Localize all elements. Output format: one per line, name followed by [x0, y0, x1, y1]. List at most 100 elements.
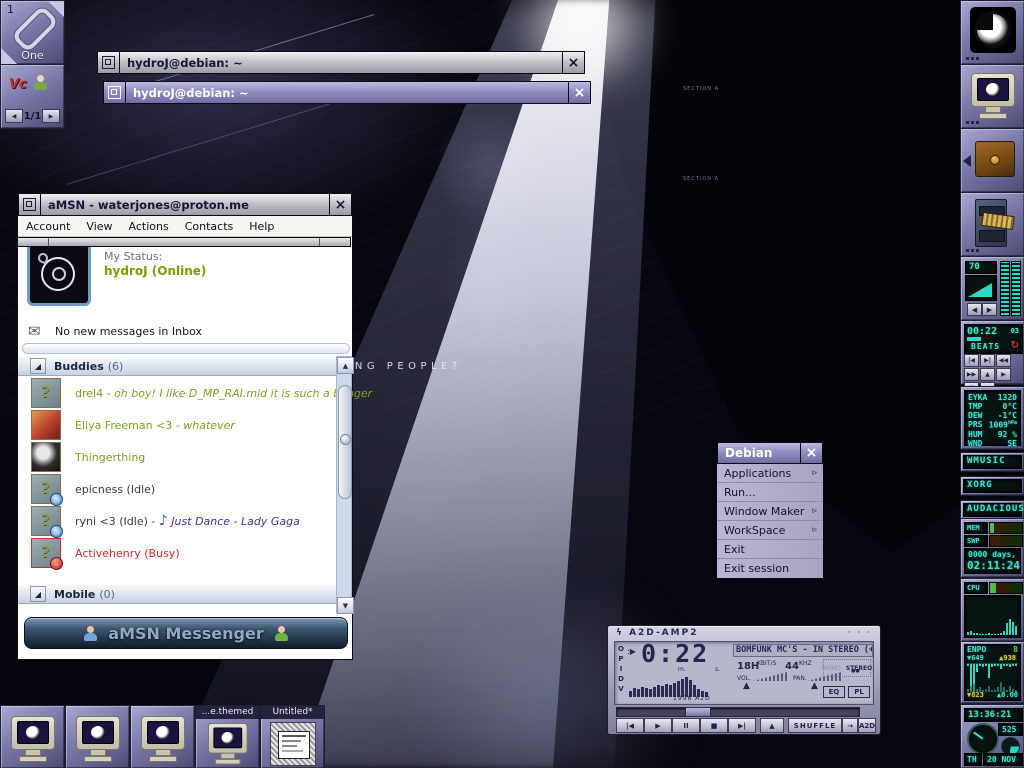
repeat-button[interactable]: → — [842, 718, 858, 733]
close-button[interactable]: × — [563, 52, 584, 73]
mixer-volume-shape[interactable] — [965, 275, 997, 301]
clutterbar[interactable]: OPIDV — [617, 645, 625, 695]
buddy-row[interactable]: ?◷ ryni <3 (Idle) - ♪ Just Dance - Lady … — [18, 505, 336, 537]
drawer-arrow-icon[interactable] — [963, 155, 971, 167]
pan-knob-icon[interactable]: ▲ — [811, 682, 818, 691]
beats-rewind-button[interactable]: ◀◀ — [996, 354, 1011, 367]
dock-wmaker-tile[interactable] — [960, 0, 1024, 65]
miniwindow-terminal-2[interactable] — [65, 705, 130, 768]
nickname-bar[interactable] — [22, 343, 350, 354]
pause-button[interactable]: II — [672, 718, 700, 733]
seek-knob[interactable] — [685, 707, 711, 717]
player-titlebar[interactable]: ϟ A2D-AMP2 · · · — [608, 626, 880, 639]
dock-beats-player-app[interactable]: 00:22 03 BEATS ↻ |◀ ▶| ◀◀ ▶▶ ▲ ▶ II ■ — [960, 320, 1024, 385]
menu-item-workspace[interactable]: WorkSpace▹ — [717, 521, 823, 540]
collapse-group-icon[interactable]: ◢ — [30, 358, 46, 374]
time-display[interactable]: 0:22 — [641, 639, 709, 668]
buddy-row[interactable]: ?◷ epicness (Idle) — [18, 473, 336, 505]
dock-mixer-app[interactable]: 70 ◀ ▶ — [960, 256, 1024, 321]
group-header-buddies[interactable]: ◢ Buddies (6) — [18, 356, 336, 376]
dock-net-app[interactable]: ENPO 8 ▼649 ▲938 ▼823 ▲0.00 — [960, 641, 1024, 704]
playlist-button[interactable]: PL — [848, 686, 870, 698]
miniwindow-terminal-1[interactable] — [0, 705, 65, 768]
menu-title[interactable]: Debian — [718, 443, 800, 463]
close-button[interactable]: × — [801, 443, 822, 463]
dock-sysmon-app[interactable]: MEM SWP 0000 days, 02:11:24 — [960, 518, 1024, 578]
next-button[interactable]: ▶| — [728, 718, 756, 733]
dock-clock-app[interactable]: 13:36:21 525 TH 20 NOV — [960, 704, 1024, 768]
previous-button[interactable]: |◀ — [616, 718, 644, 733]
miniwindow-untitled[interactable]: Untitled* — [260, 705, 325, 768]
dock-lcd-wmusic[interactable]: WMUSIC — [960, 452, 1024, 472]
buddy-row[interactable]: Thingerthing — [18, 441, 336, 473]
menu-item-exit-session[interactable]: Exit session — [717, 559, 823, 578]
eject-button[interactable]: ▲ — [760, 718, 784, 733]
beats-prev-track-button[interactable]: |◀ — [964, 354, 979, 367]
volume-slider[interactable] — [753, 672, 787, 681]
dock-weather-app[interactable]: EYKA1320 TMP0°C DEW-1°C PRS1009hPa HUM92… — [960, 386, 1024, 450]
close-button[interactable]: × — [569, 82, 590, 103]
menu-item-exit[interactable]: Exit — [717, 540, 823, 559]
miniaturize-button[interactable] — [98, 52, 119, 73]
buddy-row[interactable]: Eliya Freeman <3 - whatever — [18, 409, 336, 441]
group-header-mobile[interactable]: ◢ Mobile (0) — [18, 584, 336, 604]
menu-actions[interactable]: Actions — [121, 220, 177, 233]
window-title[interactable]: hydroJ@debian: ~ — [126, 82, 568, 103]
dock-filecabinet-tile[interactable] — [960, 192, 1024, 257]
window-resizebar[interactable] — [17, 237, 351, 247]
mixer-next-button[interactable]: ▶ — [982, 303, 997, 316]
terminal-window-1[interactable]: hydroJ@debian: ~ × — [97, 51, 585, 74]
dock-drawer-tile[interactable] — [960, 128, 1024, 193]
miniaturize-button[interactable] — [19, 194, 40, 215]
menu-view[interactable]: View — [78, 220, 120, 233]
beats-play-button[interactable]: ▶ — [996, 368, 1011, 381]
workspace-clip[interactable]: 1 One — [0, 0, 65, 65]
menu-help[interactable]: Help — [241, 220, 282, 233]
close-button[interactable]: × — [330, 194, 351, 215]
menu-contacts[interactable]: Contacts — [177, 220, 242, 233]
buddy-row[interactable]: ? drel4 - oh boy! I like D_MP_RAI.mid it… — [18, 377, 336, 409]
amsn-footer-banner[interactable]: aMSN Messenger — [24, 617, 348, 649]
beats-forward-button[interactable]: ▶▶ — [964, 368, 979, 381]
beats-next-track-button[interactable]: ▶| — [980, 354, 995, 367]
amsn-titlebar[interactable]: aMSN - waterjones@proton.me × — [18, 193, 352, 216]
miniwindow-terminal-3[interactable] — [130, 705, 195, 768]
dock-cpu-app[interactable]: CPU — [960, 578, 1024, 642]
inbox-status[interactable]: No new messages in Inbox — [55, 325, 202, 338]
scroll-down-button[interactable]: ▼ — [337, 597, 354, 614]
window-title[interactable]: hydroJ@debian: ~ — [120, 52, 562, 73]
miniwindow-ethemed[interactable]: ...e.themed — [195, 705, 260, 768]
seek-bar[interactable] — [616, 707, 860, 717]
menu-item-applications[interactable]: Applications▹ — [717, 464, 823, 483]
play-button[interactable]: ▶ — [644, 718, 672, 733]
menu-item-run[interactable]: Run... — [717, 483, 823, 502]
debian-menu-titlebar[interactable]: Debian × — [717, 442, 823, 464]
menu-account[interactable]: Account — [18, 220, 78, 233]
stop-button[interactable]: ■ — [700, 718, 728, 733]
scroll-up-button[interactable]: ▲ — [337, 357, 354, 374]
my-status-value[interactable]: hydroJ (Online) — [104, 264, 206, 278]
titlebar-dots[interactable]: · · · — [848, 628, 872, 638]
player-logo-button[interactable]: A2D — [858, 718, 876, 733]
miniaturize-button[interactable] — [104, 82, 125, 103]
dock-terminal-tile[interactable] — [960, 64, 1024, 129]
collapse-group-icon[interactable]: ◢ — [30, 586, 46, 602]
mixer-prev-button[interactable]: ◀ — [967, 303, 982, 316]
shuffle-button[interactable]: SHUFFLE — [788, 718, 842, 733]
beats-eject-button[interactable]: ▲ — [980, 368, 995, 381]
pager-next-button[interactable]: ▶ — [42, 109, 60, 123]
dock-lcd-audacious[interactable]: AUDACIOUS — [960, 500, 1024, 520]
scrollbar-thumb[interactable] — [338, 385, 352, 499]
buddy-list-scrollbar[interactable]: ▲ ▼ — [336, 356, 352, 613]
dock-lcd-xorg[interactable]: XORG — [960, 476, 1024, 496]
pager-dockapp[interactable]: Vc ◀ 1/1 ▶ — [0, 64, 65, 129]
pager-prev-button[interactable]: ◀ — [5, 109, 23, 123]
equalizer-button[interactable]: EQ — [823, 686, 845, 698]
buddy-row[interactable]: ?– Activehenry (Busy) — [18, 537, 336, 569]
window-title[interactable]: aMSN - waterjones@proton.me — [41, 194, 329, 215]
terminal-window-2[interactable]: hydroJ@debian: ~ × — [103, 81, 591, 104]
menu-item-window-maker[interactable]: Window Maker▹ — [717, 502, 823, 521]
my-display-picture[interactable] — [27, 242, 91, 306]
volume-knob-icon[interactable]: ▲ — [743, 682, 750, 691]
track-title-marquee[interactable]: BOMFUNK MC'S - IN STEREO (+6 B — [733, 644, 873, 657]
